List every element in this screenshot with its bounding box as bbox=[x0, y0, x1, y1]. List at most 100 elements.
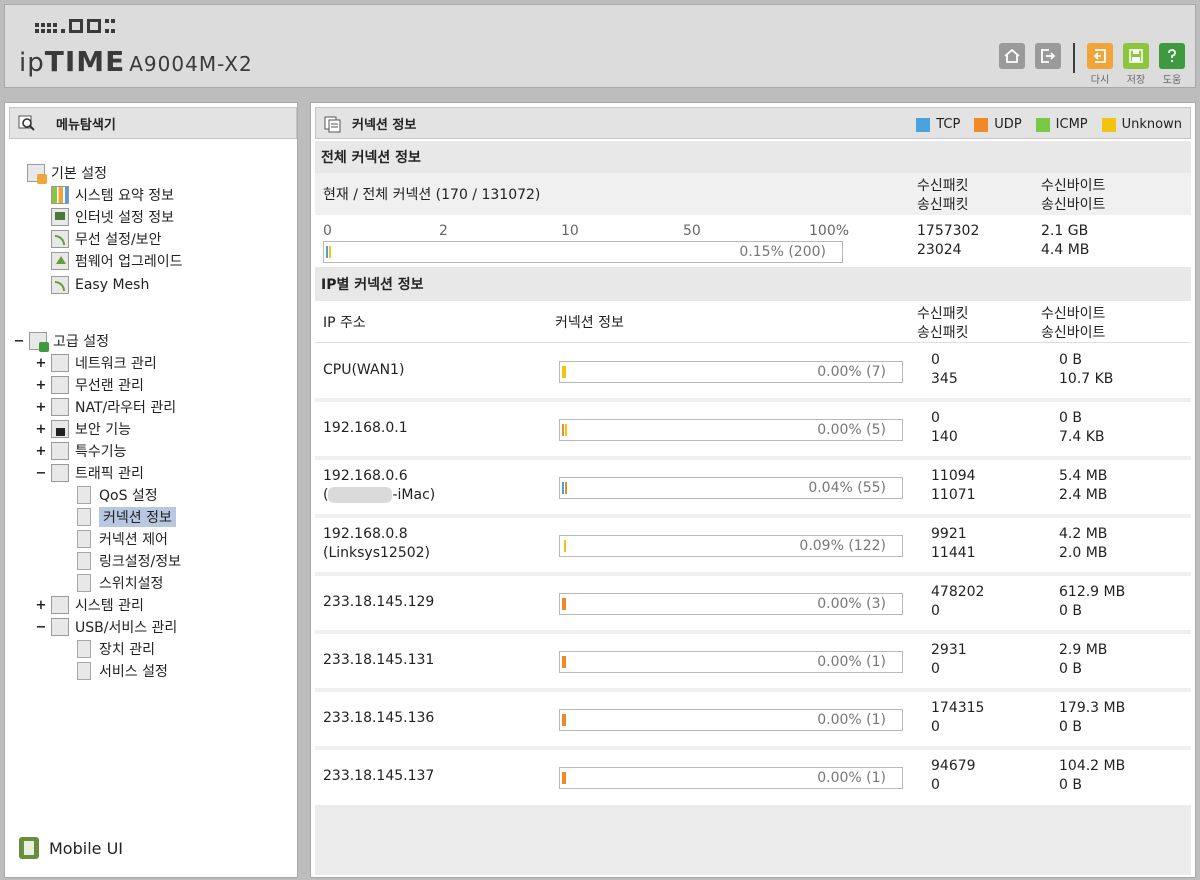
tree-security[interactable]: + 보안 기능 bbox=[35, 419, 131, 439]
tree-easy-mesh[interactable]: Easy Mesh bbox=[51, 275, 149, 295]
rx-bytes: 179.3 MB bbox=[1059, 700, 1126, 716]
model-name: A9004M-X2 bbox=[129, 52, 253, 76]
connection-info-header: 커넥션 정보 TCP UDP ICMP Unknown bbox=[315, 107, 1191, 139]
tree-advanced-settings[interactable]: − 고급 설정 bbox=[13, 331, 109, 352]
bar-mark-tcp bbox=[326, 246, 328, 258]
tree-usb-service[interactable]: − USB/서비스 관리 bbox=[35, 617, 177, 637]
tx-bytes: 2.0 MB bbox=[1059, 545, 1108, 561]
host-name: (-iMac) bbox=[323, 487, 436, 503]
logout-icon bbox=[1041, 49, 1056, 63]
tree-connection-info[interactable]: 커넥션 정보 bbox=[77, 507, 176, 527]
mobile-ui-link[interactable]: Mobile UI bbox=[19, 837, 123, 859]
tx-packets-header: 송신패킷 bbox=[917, 325, 969, 341]
rx-bytes: 0 B bbox=[1059, 352, 1082, 368]
rx-bytes: 5.4 MB bbox=[1059, 468, 1108, 484]
tree-basic-settings[interactable]: 기본 설정 bbox=[27, 163, 107, 184]
collapse-icon[interactable]: − bbox=[35, 466, 47, 481]
menu-explorer-title: 메뉴탐색기 bbox=[56, 117, 116, 133]
tx-bytes: 2.4 MB bbox=[1059, 487, 1108, 503]
ip-address: 233.18.145.137 bbox=[323, 768, 435, 784]
tree-connection-control[interactable]: 커넥션 제어 bbox=[77, 529, 168, 549]
home-button[interactable] bbox=[999, 43, 1025, 69]
tx-packets: 11071 bbox=[931, 487, 976, 503]
tree-internet-info[interactable]: 인터넷 설정 정보 bbox=[51, 207, 174, 227]
tree-service-settings[interactable]: 서비스 설정 bbox=[77, 661, 168, 681]
scale-tick: 50 bbox=[683, 223, 701, 239]
scale-tick: 2 bbox=[439, 223, 448, 239]
table-row: 192.168.0.6 (-iMac) 0.04% (55) 11094 110… bbox=[315, 460, 1191, 518]
legend-unknown: Unknown bbox=[1101, 117, 1182, 132]
tree-system-summary[interactable]: 시스템 요약 정보 bbox=[51, 185, 174, 205]
rx-bytes: 4.2 MB bbox=[1059, 526, 1108, 542]
tree-system-management[interactable]: + 시스템 관리 bbox=[35, 595, 144, 615]
scale-tick: 10 bbox=[561, 223, 579, 239]
ip-column-header: IP 주소 커넥션 정보 수신패킷 송신패킷 수신바이트 송신바이트 bbox=[315, 301, 1191, 343]
tree-firmware-upgrade[interactable]: 펌웨어 업그레이드 bbox=[51, 251, 183, 271]
tree-wireless-security[interactable]: 무선 설정/보안 bbox=[51, 229, 161, 249]
expand-icon[interactable]: + bbox=[35, 598, 47, 613]
table-row: 192.168.0.8 (Linksys12502) 0.09% (122) 9… bbox=[315, 518, 1191, 576]
logout-button[interactable] bbox=[1035, 43, 1061, 69]
page-icon bbox=[77, 552, 91, 570]
bar-mark-udp bbox=[562, 772, 566, 784]
rx-packets-header: 수신패킷 bbox=[917, 178, 969, 194]
redacted-hostname bbox=[328, 487, 393, 503]
tree-wlan-management[interactable]: + 무선랜 관리 bbox=[35, 375, 144, 395]
page-icon bbox=[77, 486, 91, 504]
tree-network-management[interactable]: + 네트워크 관리 bbox=[35, 353, 157, 373]
expand-icon[interactable]: + bbox=[35, 378, 47, 393]
connection-percent: 0.09% (122) bbox=[799, 538, 886, 554]
connection-percent: 0.00% (7) bbox=[817, 364, 886, 380]
collapse-icon[interactable]: − bbox=[35, 620, 47, 635]
redo-label: 다시 bbox=[1090, 75, 1110, 86]
page-title: 커넥션 정보 bbox=[352, 117, 417, 133]
rx-bytes: 104.2 MB bbox=[1059, 758, 1126, 774]
expand-icon[interactable]: + bbox=[35, 356, 47, 371]
folder-settings-icon bbox=[27, 164, 47, 184]
rx-packets-header: 수신패킷 bbox=[917, 306, 969, 322]
expand-icon[interactable]: + bbox=[35, 422, 47, 437]
rx-packets: 0 bbox=[931, 410, 940, 426]
total-tx-bytes: 4.4 MB bbox=[1041, 242, 1090, 258]
tree-device-management[interactable]: 장치 관리 bbox=[77, 639, 155, 659]
wifi-icon bbox=[51, 230, 69, 248]
tree-switch-settings[interactable]: 스위치설정 bbox=[77, 573, 163, 593]
main-panel: 커넥션 정보 TCP UDP ICMP Unknown 전체 커넥션 정보 현재… bbox=[310, 102, 1196, 878]
tree-link-settings[interactable]: 링크설정/정보 bbox=[77, 551, 181, 571]
scale-tick: 0 bbox=[323, 223, 332, 239]
total-connection-row: 0 2 10 50 100% 0.15% (200) 1757302 23024… bbox=[315, 215, 1191, 267]
rx-bytes-header: 수신바이트 bbox=[1041, 306, 1106, 322]
tree-special-functions[interactable]: + 특수기능 bbox=[35, 441, 127, 461]
tx-packets: 11441 bbox=[931, 545, 976, 561]
rx-packets: 9921 bbox=[931, 526, 967, 542]
collapse-icon[interactable]: − bbox=[13, 334, 25, 349]
expand-icon[interactable]: + bbox=[35, 444, 47, 459]
connection-percent: 0.00% (1) bbox=[817, 712, 886, 728]
ip-address: 192.168.0.8 bbox=[323, 526, 408, 542]
mobile-ui-label: Mobile UI bbox=[49, 838, 123, 858]
brand: ipTIME A9004M-X2 bbox=[19, 45, 253, 78]
tree-traffic-management[interactable]: − 트래픽 관리 bbox=[35, 463, 144, 483]
legend: TCP UDP ICMP Unknown bbox=[916, 117, 1182, 132]
rx-packets: 2931 bbox=[931, 642, 967, 658]
mesh-icon bbox=[51, 276, 69, 294]
ip-address: 233.18.145.129 bbox=[323, 594, 435, 610]
rx-bytes: 0 B bbox=[1059, 410, 1082, 426]
expand-icon[interactable]: + bbox=[35, 400, 47, 415]
table-row: 233.18.145.137 0.00% (1) 94679 0 104.2 M… bbox=[315, 750, 1191, 806]
connection-bar: 0.09% (122) bbox=[559, 535, 903, 557]
tx-packets: 0 bbox=[931, 603, 940, 619]
ip-connection-section: IP별 커넥션 정보 bbox=[315, 267, 1191, 301]
tree-qos[interactable]: QoS 설정 bbox=[77, 485, 158, 505]
header-toolbar: 다시 저장 도움 bbox=[999, 43, 1185, 86]
brand-time: TIME bbox=[44, 45, 126, 78]
save-button[interactable]: 저장 bbox=[1123, 43, 1149, 86]
connection-list-icon bbox=[324, 116, 341, 133]
tree-nat-router[interactable]: + NAT/라우터 관리 bbox=[35, 397, 176, 417]
bar-mark-unknown bbox=[564, 540, 566, 552]
legend-icmp: ICMP bbox=[1035, 117, 1088, 132]
help-icon bbox=[1168, 49, 1176, 62]
redo-button[interactable]: 다시 bbox=[1087, 43, 1113, 86]
connection-percent: 0.00% (1) bbox=[817, 770, 886, 786]
help-button[interactable]: 도움 bbox=[1159, 43, 1185, 86]
